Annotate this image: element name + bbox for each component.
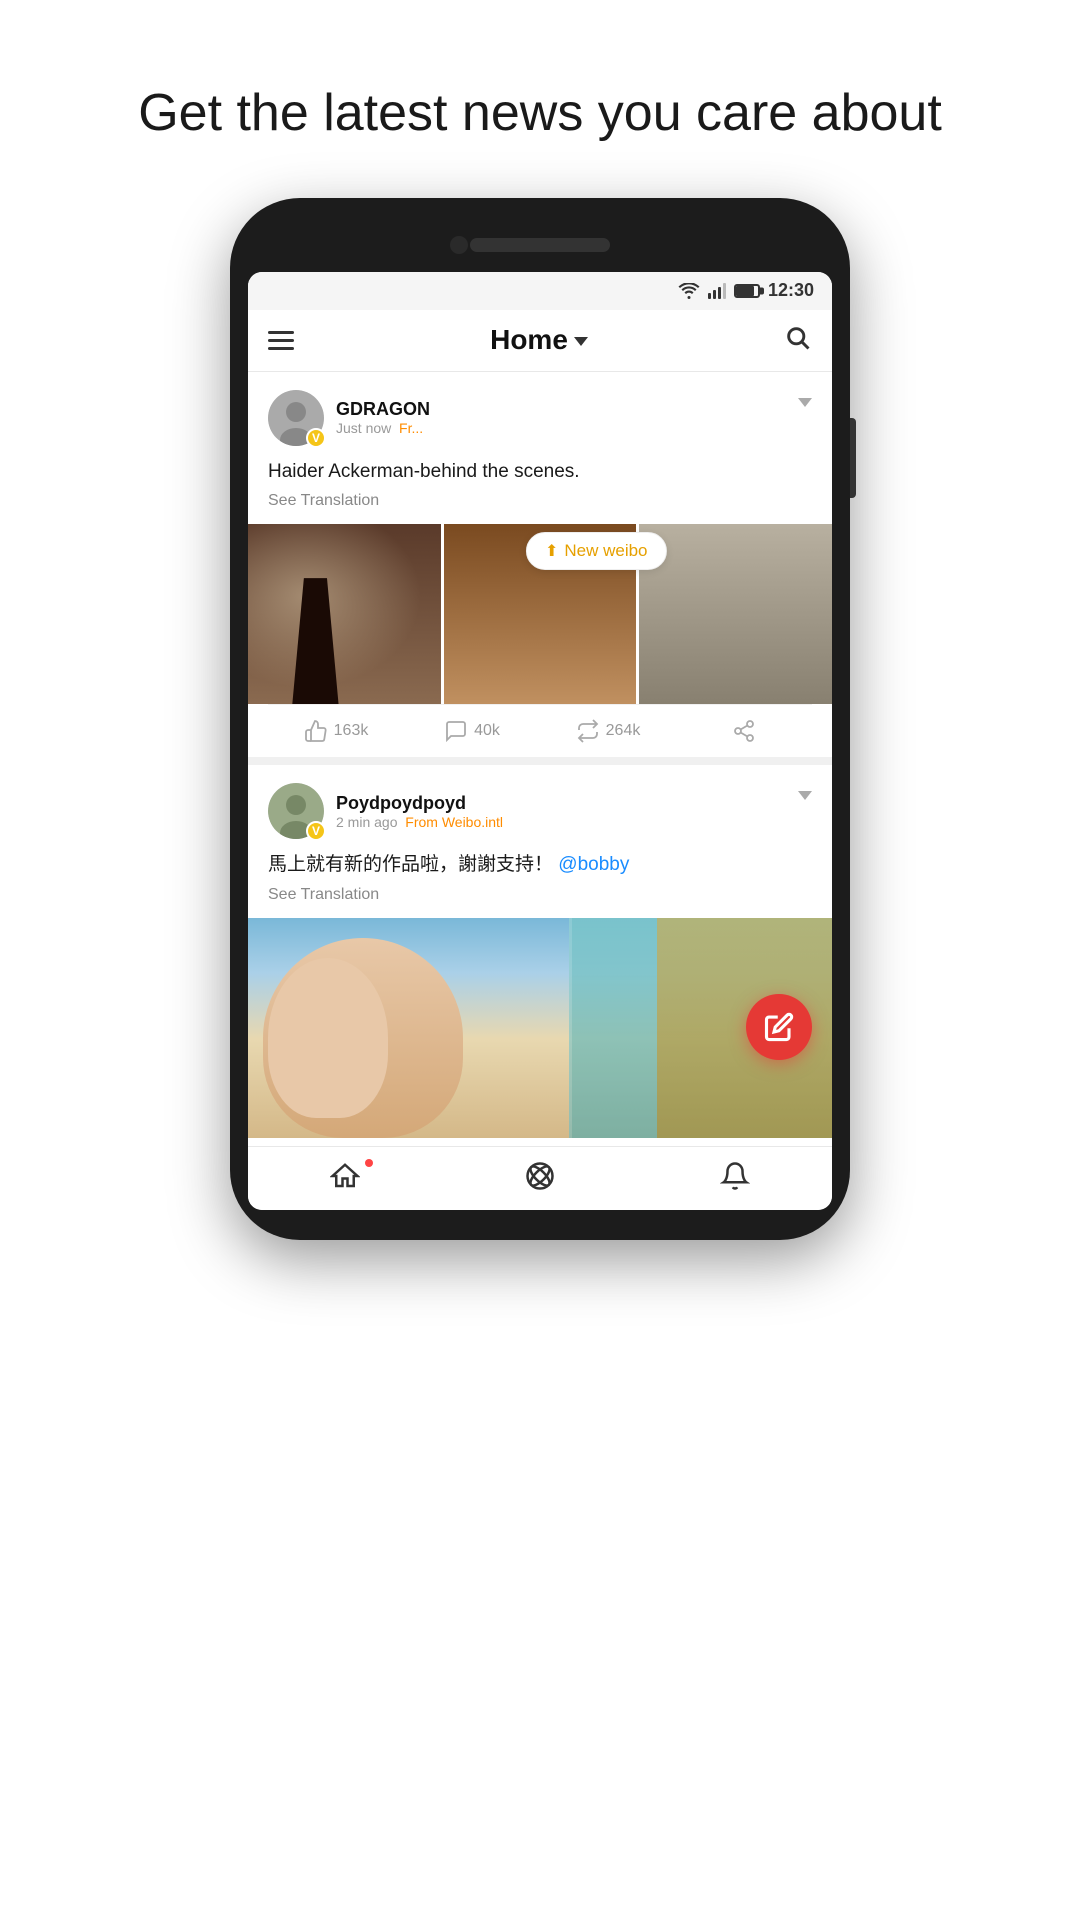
- post-author[interactable]: V GDRAGON Just now Fr...: [268, 390, 430, 446]
- bell-icon: [720, 1161, 750, 1196]
- post-mention[interactable]: @bobby: [558, 854, 629, 875]
- phone-screen: 12:30 Home ⬆: [248, 272, 832, 1210]
- home-icon: [330, 1161, 360, 1196]
- like-count: 163k: [334, 722, 369, 740]
- post-meta: Just now Fr...: [336, 420, 430, 436]
- arrow-up-icon: ⬆: [545, 541, 558, 561]
- post-image-3[interactable]: [639, 524, 832, 704]
- battery-icon: [734, 284, 760, 298]
- compose-button[interactable]: [746, 994, 812, 1060]
- author-info: GDRAGON Just now Fr...: [336, 399, 430, 436]
- header-title[interactable]: Home: [490, 324, 588, 356]
- phone-side-button: [850, 418, 856, 498]
- post-header: V Poydpoydpoyd 2 min ago From Weibo.intl: [268, 783, 812, 839]
- post-meta: 2 min ago From Weibo.intl: [336, 814, 503, 830]
- post-header: V GDRAGON Just now Fr...: [268, 390, 812, 446]
- menu-button[interactable]: [268, 331, 294, 350]
- status-icons: 12:30: [678, 280, 814, 301]
- signal-icon: [708, 283, 726, 299]
- see-translation-button[interactable]: See Translation: [268, 886, 812, 904]
- comment-button[interactable]: 40k: [404, 719, 540, 743]
- post-actions: 163k 40k 264k: [268, 704, 812, 757]
- post-text: Haider Ackerman-behind the scenes.: [268, 458, 812, 487]
- author-name: Poydpoydpoyd: [336, 793, 503, 814]
- wifi-icon: [678, 283, 700, 299]
- repost-count: 264k: [606, 722, 641, 740]
- nav-home[interactable]: [248, 1161, 443, 1196]
- author-info: Poydpoydpoyd 2 min ago From Weibo.intl: [336, 793, 503, 830]
- status-time: 12:30: [768, 280, 814, 301]
- post-options-icon[interactable]: [798, 791, 812, 800]
- avatar: V: [268, 783, 324, 839]
- author-name: GDRAGON: [336, 399, 430, 420]
- page-headline: Get the latest news you care about: [78, 0, 1002, 198]
- see-translation-button[interactable]: See Translation: [268, 492, 812, 510]
- bottom-nav: [248, 1146, 832, 1210]
- like-button[interactable]: 163k: [268, 719, 404, 743]
- post-author[interactable]: V Poydpoydpoyd 2 min ago From Weibo.intl: [268, 783, 503, 839]
- post-image[interactable]: [248, 918, 832, 1138]
- verified-badge: V: [306, 821, 326, 841]
- discover-icon: [525, 1161, 555, 1196]
- post-options-icon[interactable]: [798, 398, 812, 407]
- nav-discover[interactable]: [443, 1161, 638, 1196]
- nav-notification-dot: [365, 1159, 373, 1167]
- status-bar: 12:30: [248, 272, 832, 310]
- chevron-down-icon: [574, 337, 588, 346]
- new-weibo-badge[interactable]: ⬆ New weibo: [526, 532, 667, 570]
- app-header: Home: [248, 310, 832, 372]
- search-button[interactable]: [784, 324, 812, 357]
- nav-notifications[interactable]: [637, 1161, 832, 1196]
- verified-badge: V: [306, 428, 326, 448]
- avatar: V: [268, 390, 324, 446]
- repost-button[interactable]: 264k: [540, 719, 676, 743]
- phone-shell: 12:30 Home ⬆: [230, 198, 850, 1240]
- phone-camera: [450, 236, 468, 254]
- feed: V GDRAGON Just now Fr... Haider Ackerman…: [248, 372, 832, 1138]
- phone-speaker: [470, 238, 610, 252]
- share-button[interactable]: [676, 719, 812, 743]
- comment-count: 40k: [474, 722, 500, 740]
- post-text: 馬上就有新的作品啦，謝謝支持！ @bobby: [268, 851, 812, 880]
- post-card: V Poydpoydpoyd 2 min ago From Weibo.intl: [248, 765, 832, 1138]
- post-image-1[interactable]: [248, 524, 441, 704]
